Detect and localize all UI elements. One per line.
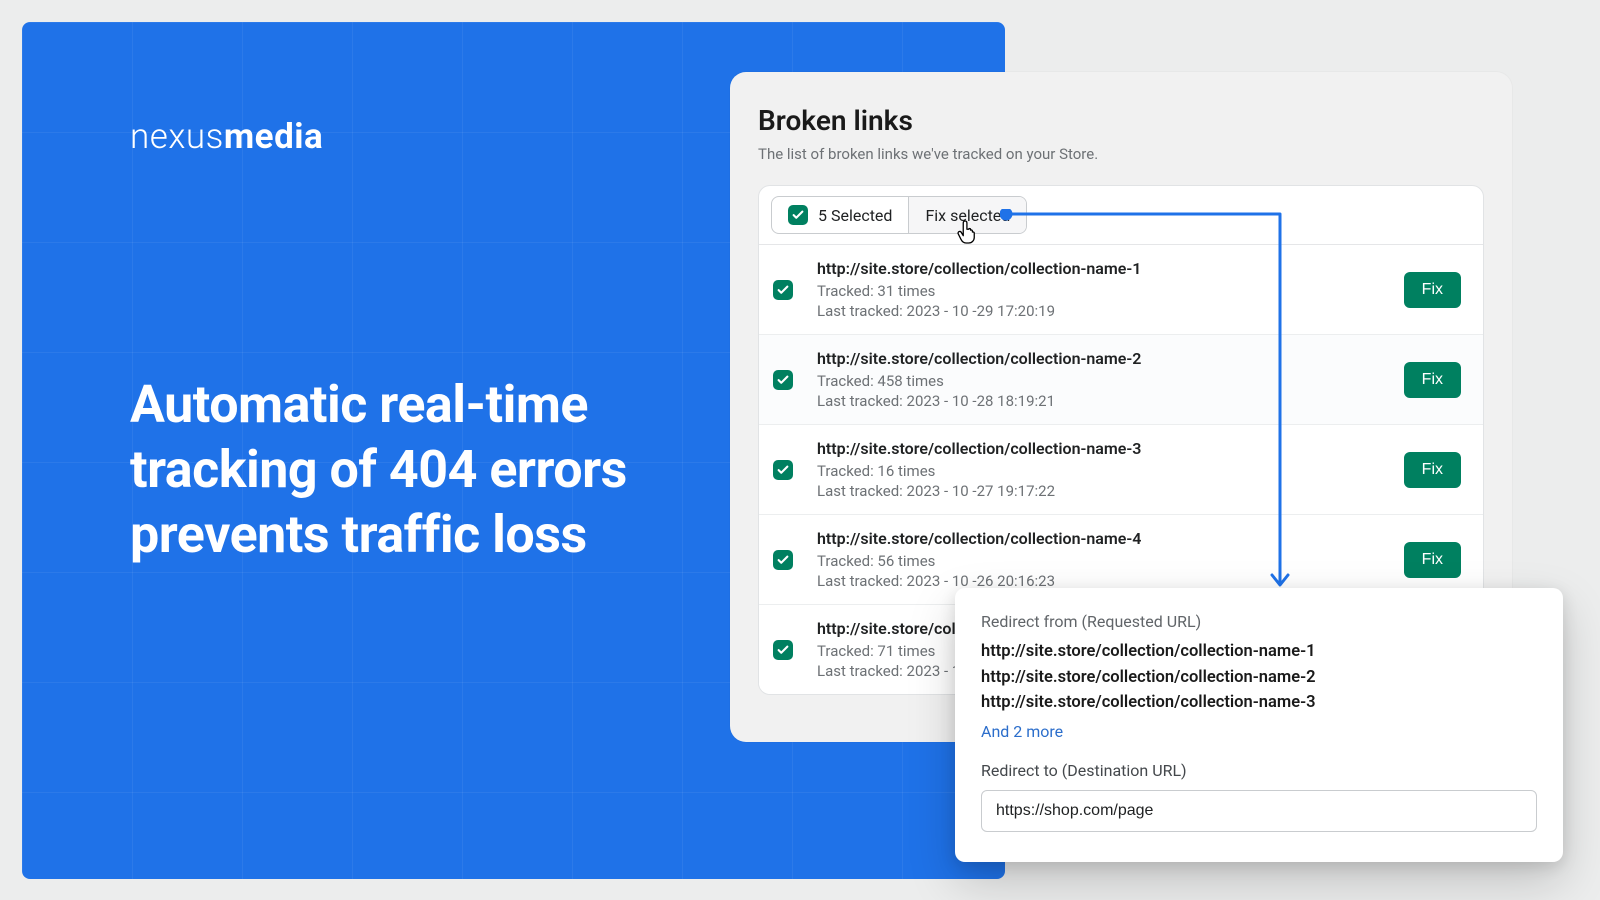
row-tracked: Tracked: 16 times bbox=[817, 462, 1390, 480]
row-info: http://site.store/collection/collection-… bbox=[817, 529, 1390, 590]
redirect-from-url: http://site.store/collection/collection-… bbox=[981, 639, 1537, 665]
bulk-selected-label: 5 Selected bbox=[818, 206, 892, 225]
redirect-from-urls: http://site.store/collection/collection-… bbox=[981, 639, 1537, 716]
table-row[interactable]: http://site.store/collection/collection-… bbox=[759, 335, 1483, 425]
row-url: http://site.store/collection/collection-… bbox=[817, 259, 1390, 278]
checkbox-checked-icon[interactable] bbox=[773, 550, 793, 570]
redirect-from-label: Redirect from (Requested URL) bbox=[981, 612, 1537, 631]
fix-button[interactable]: Fix bbox=[1404, 452, 1461, 488]
redirect-to-input[interactable] bbox=[981, 790, 1537, 832]
row-info: http://site.store/collection/collection-… bbox=[817, 349, 1390, 410]
row-url: http://site.store/collection/collection-… bbox=[817, 529, 1390, 548]
row-tracked: Tracked: 458 times bbox=[817, 372, 1390, 390]
fix-button[interactable]: Fix bbox=[1404, 542, 1461, 578]
panel-subtitle: The list of broken links we've tracked o… bbox=[758, 145, 1484, 163]
row-last-tracked: Last tracked: 2023 - 10 -29 17:20:19 bbox=[817, 302, 1390, 320]
checkbox-checked-icon[interactable] bbox=[773, 640, 793, 660]
brand-logo: nexusmedia bbox=[130, 116, 323, 157]
row-url: http://site.store/collection/collection-… bbox=[817, 349, 1390, 368]
checkbox-checked-icon[interactable] bbox=[773, 280, 793, 300]
fix-selected-label: Fix selected bbox=[925, 206, 1010, 225]
fix-selected-button[interactable]: Fix selected bbox=[908, 197, 1026, 233]
redirect-from-url: http://site.store/collection/collection-… bbox=[981, 690, 1537, 716]
row-tracked: Tracked: 56 times bbox=[817, 552, 1390, 570]
table-row[interactable]: http://site.store/collection/collection-… bbox=[759, 245, 1483, 335]
bulk-selected-count[interactable]: 5 Selected bbox=[772, 197, 908, 233]
redirect-to-label: Redirect to (Destination URL) bbox=[981, 761, 1537, 780]
brand-logo-bold: media bbox=[224, 116, 323, 157]
row-url: http://site.store/collection/collection-… bbox=[817, 439, 1390, 458]
row-info: http://site.store/collection/collection-… bbox=[817, 259, 1390, 320]
table-row[interactable]: http://site.store/collection/collection-… bbox=[759, 425, 1483, 515]
redirect-from-more-link[interactable]: And 2 more bbox=[981, 722, 1537, 741]
panel-title: Broken links bbox=[758, 104, 1484, 137]
brand-logo-light: nexus bbox=[130, 116, 224, 157]
checkbox-checked-icon[interactable] bbox=[773, 370, 793, 390]
row-info: http://site.store/collection/collection-… bbox=[817, 439, 1390, 500]
row-tracked: Tracked: 31 times bbox=[817, 282, 1390, 300]
hero-headline: Automatic real-time tracking of 404 erro… bbox=[130, 372, 635, 567]
row-last-tracked: Last tracked: 2023 - 10 -28 18:19:21 bbox=[817, 392, 1390, 410]
bulk-button-group: 5 Selected Fix selected bbox=[771, 196, 1027, 234]
redirect-popover: Redirect from (Requested URL) http://sit… bbox=[955, 588, 1563, 862]
bulk-action-bar: 5 Selected Fix selected bbox=[759, 186, 1483, 245]
checkbox-checked-icon[interactable] bbox=[773, 460, 793, 480]
checkbox-checked-icon[interactable] bbox=[788, 205, 808, 225]
fix-button[interactable]: Fix bbox=[1404, 272, 1461, 308]
row-last-tracked: Last tracked: 2023 - 10 -27 19:17:22 bbox=[817, 482, 1390, 500]
fix-button[interactable]: Fix bbox=[1404, 362, 1461, 398]
redirect-from-url: http://site.store/collection/collection-… bbox=[981, 665, 1537, 691]
